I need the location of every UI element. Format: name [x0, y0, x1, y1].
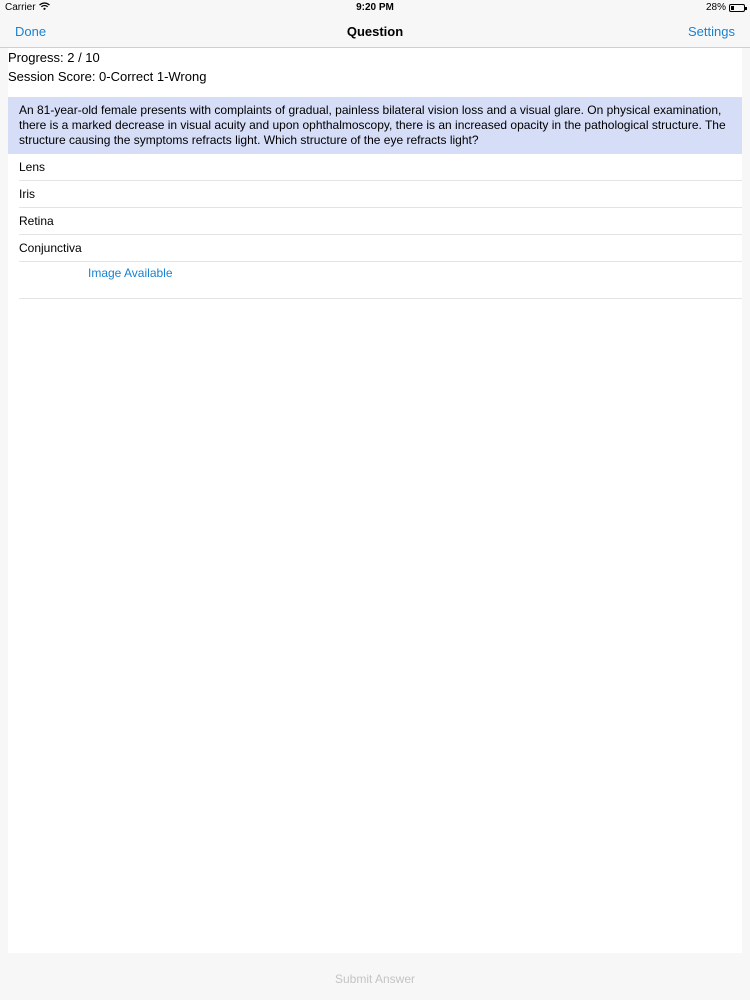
battery-percent: 28% — [705, 2, 726, 13]
battery-fill — [731, 5, 734, 10]
image-row: Image Available — [19, 262, 742, 299]
question-text: An 81-year-old female presents with comp… — [8, 97, 742, 154]
session-info: Progress: 2 / 10 Session Score: 0-Correc… — [8, 48, 742, 86]
answer-option-lens[interactable]: Lens — [19, 154, 742, 181]
settings-button[interactable]: Settings — [688, 24, 735, 39]
answer-list: Lens Iris Retina Conjunctiva Image Avail… — [8, 154, 742, 299]
answer-option-retina[interactable]: Retina — [19, 208, 742, 235]
navigation-bar: Done Question Settings — [0, 16, 750, 48]
submit-answer-button[interactable]: Submit Answer — [0, 972, 750, 986]
content-area: Progress: 2 / 10 Session Score: 0-Correc… — [8, 48, 742, 953]
battery-icon — [729, 3, 747, 12]
status-time: 9:20 PM — [356, 2, 394, 13]
page-title: Question — [346, 24, 404, 39]
session-score-label: Session Score: 0-Correct 1-Wrong — [8, 69, 207, 84]
status-battery: 28% — [705, 2, 747, 13]
image-available-link[interactable]: Image Available — [88, 266, 173, 280]
answer-option-conjunctiva[interactable]: Conjunctiva — [19, 235, 742, 262]
answer-option-iris[interactable]: Iris — [19, 181, 742, 208]
progress-label: Progress: 2 / 10 — [8, 50, 100, 65]
status-bar: Carrier 9:20 PM 28% — [0, 0, 750, 16]
